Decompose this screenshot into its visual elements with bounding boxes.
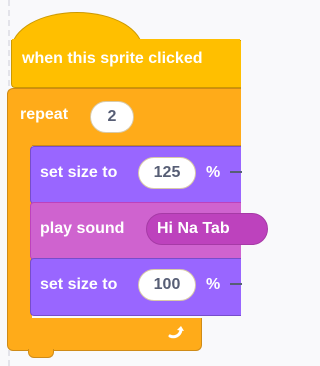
set-size-label: set size to bbox=[40, 276, 118, 293]
size-input[interactable]: 125 bbox=[138, 157, 196, 189]
percent-label: % bbox=[206, 164, 221, 181]
play-sound-label: play sound bbox=[40, 220, 125, 237]
set-size-label: set size to bbox=[40, 164, 118, 181]
hat-block-label: when this sprite clicked bbox=[22, 50, 203, 67]
sound-dropdown[interactable]: Hi Na Tab bbox=[146, 213, 268, 245]
size-input[interactable]: 100 bbox=[138, 269, 196, 301]
repeat-block-arm[interactable] bbox=[7, 140, 32, 322]
repeat-count-input[interactable]: 2 bbox=[90, 101, 134, 133]
repeat-label: repeat bbox=[20, 106, 69, 123]
loop-arrow-icon bbox=[168, 326, 184, 339]
percent-label: % bbox=[206, 276, 221, 293]
